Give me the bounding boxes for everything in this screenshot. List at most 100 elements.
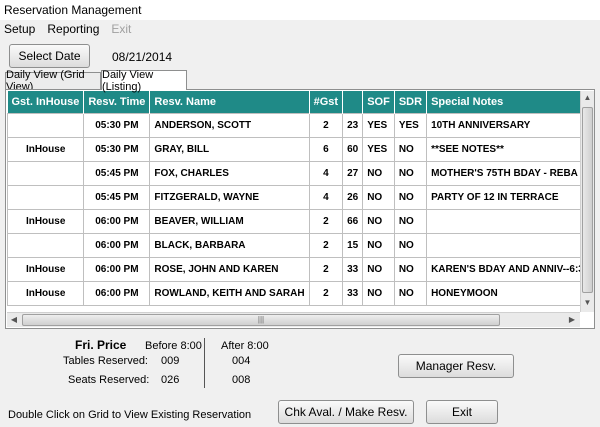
table-cell[interactable]: 06:00 PM (83, 233, 151, 258)
table-cell[interactable]: InHouse (7, 257, 85, 282)
col-header-name[interactable]: Resv. Name (149, 91, 310, 114)
table-cell[interactable]: KAREN'S BDAY AND ANNIV--6:30 DINNER (426, 257, 580, 282)
reservation-grid[interactable]: Gst. InHouse Resv. Time Resv. Name #Gst … (7, 91, 580, 312)
table-cell[interactable]: InHouse (7, 137, 85, 162)
table-cell[interactable]: InHouse (7, 281, 85, 306)
scroll-left-icon[interactable]: ◀ (7, 313, 21, 327)
table-cell[interactable] (7, 185, 85, 210)
table-cell[interactable]: 05:30 PM (83, 113, 151, 138)
menu-setup[interactable]: Setup (4, 22, 35, 36)
table-cell[interactable]: 6 (308, 137, 344, 162)
table-cell[interactable]: NO (393, 161, 428, 186)
col-header-sdr[interactable]: SDR (394, 91, 428, 114)
table-cell[interactable]: 2 (308, 209, 344, 234)
tab-grid-view[interactable]: Daily View (Grid View) (5, 69, 101, 93)
table-cell[interactable]: 06:00 PM (83, 209, 151, 234)
table-cell[interactable]: NO (393, 137, 428, 162)
table-cell[interactable]: 33 (342, 281, 364, 306)
table-cell[interactable]: YES (362, 137, 395, 162)
table-cell[interactable]: 27 (342, 161, 364, 186)
table-cell[interactable]: ANDERSON, SCOTT (149, 113, 310, 138)
vertical-scroll-thumb[interactable] (582, 107, 593, 293)
table-cell[interactable] (7, 233, 85, 258)
table-row[interactable]: InHouse 05:30 PM GRAY, BILL 6 60 YES NO **SEE N… (7, 137, 580, 162)
grid-horizontal-scrollbar[interactable]: ◀ ||| ▶ (7, 312, 580, 327)
scroll-right-icon[interactable]: ▶ (565, 313, 579, 327)
table-cell[interactable]: 2 (308, 257, 344, 282)
manager-resv-button[interactable]: Manager Resv. (398, 354, 514, 378)
grid-vertical-scrollbar[interactable]: ▲ ▼ (580, 91, 594, 312)
table-cell[interactable]: BEAVER, WILLIAM (149, 209, 310, 234)
select-date-button[interactable]: Select Date (9, 44, 90, 68)
tab-listing[interactable]: Daily View (Listing) (101, 69, 187, 93)
table-cell[interactable]: FOX, CHARLES (149, 161, 310, 186)
table-cell[interactable]: 33 (342, 257, 364, 282)
table-cell[interactable]: FITZGERALD, WAYNE (149, 185, 310, 210)
table-cell[interactable]: MOTHER'S 75TH BDAY - REBA SMITH (426, 161, 580, 186)
grid-header-row: Gst. InHouse Resv. Time Resv. Name #Gst … (7, 91, 580, 114)
table-cell[interactable]: **SEE NOTES** (426, 137, 580, 162)
col-header-table[interactable] (342, 91, 364, 114)
table-row[interactable]: 05:30 PM ANDERSON, SCOTT 2 23 YES YES 10TH ANN… (7, 113, 580, 138)
table-cell[interactable]: 2 (308, 233, 344, 258)
table-cell[interactable]: NO (362, 209, 395, 234)
check-availability-button[interactable]: Chk Aval. / Make Resv. (278, 400, 414, 424)
table-cell[interactable]: 4 (308, 161, 344, 186)
table-cell[interactable]: InHouse (7, 209, 85, 234)
table-cell[interactable]: PARTY OF 12 IN TERRACE (426, 185, 580, 210)
table-cell[interactable]: YES (362, 113, 395, 138)
scroll-down-icon[interactable]: ▼ (581, 296, 594, 310)
table-cell[interactable]: NO (393, 257, 428, 282)
table-cell[interactable]: YES (393, 113, 428, 138)
horizontal-scroll-thumb[interactable]: ||| (22, 314, 500, 326)
table-cell[interactable]: 06:00 PM (83, 257, 151, 282)
menu-reporting[interactable]: Reporting (47, 22, 99, 36)
table-cell[interactable]: 2 (308, 113, 344, 138)
table-cell[interactable]: GRAY, BILL (149, 137, 310, 162)
table-cell[interactable]: 23 (342, 113, 364, 138)
table-row[interactable]: 06:00 PM BLACK, BARBARA 2 15 NO NO (7, 233, 580, 258)
table-cell[interactable] (7, 161, 85, 186)
table-cell[interactable]: 4 (308, 185, 344, 210)
table-cell[interactable]: 05:30 PM (83, 137, 151, 162)
table-cell[interactable]: 66 (342, 209, 364, 234)
table-cell[interactable]: NO (393, 185, 428, 210)
scroll-up-icon[interactable]: ▲ (581, 91, 594, 105)
table-cell[interactable]: NO (362, 233, 395, 258)
table-cell[interactable] (426, 233, 580, 258)
col-header-time[interactable]: Resv. Time (83, 91, 151, 114)
table-cell[interactable]: ROWLAND, KEITH AND SARAH (149, 281, 310, 306)
table-cell[interactable]: NO (362, 257, 395, 282)
table-cell[interactable]: 10TH ANNIVERSARY (426, 113, 580, 138)
table-cell[interactable]: 2 (308, 281, 344, 306)
col-header-inhouse[interactable]: Gst. InHouse (7, 91, 85, 114)
table-cell[interactable]: NO (362, 185, 395, 210)
table-cell[interactable] (426, 209, 580, 234)
table-cell[interactable]: BLACK, BARBARA (149, 233, 310, 258)
table-row[interactable]: 05:45 PM FITZGERALD, WAYNE 4 26 NO NO PARTY OF… (7, 185, 580, 210)
tables-before-value: 009 (161, 355, 180, 367)
col-header-guests[interactable]: #Gst (309, 91, 344, 114)
table-cell[interactable]: ROSE, JOHN AND KAREN (149, 257, 310, 282)
table-row[interactable]: InHouse 06:00 PM ROSE, JOHN AND KAREN 2 33 NO… (7, 257, 580, 282)
table-cell[interactable]: 05:45 PM (83, 161, 151, 186)
col-header-sof[interactable]: SOF (362, 91, 395, 114)
table-row[interactable]: InHouse 06:00 PM ROWLAND, KEITH AND SARAH 2… (7, 281, 580, 306)
table-cell[interactable]: 15 (342, 233, 364, 258)
table-cell[interactable]: 06:00 PM (83, 281, 151, 306)
table-row[interactable]: InHouse 06:00 PM BEAVER, WILLIAM 2 66 NO NO (7, 209, 580, 234)
col-header-notes[interactable]: Special Notes (426, 91, 580, 114)
table-cell[interactable]: HONEYMOON (426, 281, 580, 306)
exit-button[interactable]: Exit (426, 400, 498, 424)
table-cell[interactable]: NO (362, 161, 395, 186)
table-cell[interactable] (7, 113, 85, 138)
before-label: Before 8:00 (145, 340, 202, 352)
table-cell[interactable]: NO (393, 281, 428, 306)
table-cell[interactable]: 60 (342, 137, 364, 162)
table-cell[interactable]: NO (393, 209, 428, 234)
table-row[interactable]: 05:45 PM FOX, CHARLES 4 27 NO NO MOTHER'S 75TH… (7, 161, 580, 186)
table-cell[interactable]: NO (362, 281, 395, 306)
table-cell[interactable]: 26 (342, 185, 364, 210)
table-cell[interactable]: NO (393, 233, 428, 258)
table-cell[interactable]: 05:45 PM (83, 185, 151, 210)
